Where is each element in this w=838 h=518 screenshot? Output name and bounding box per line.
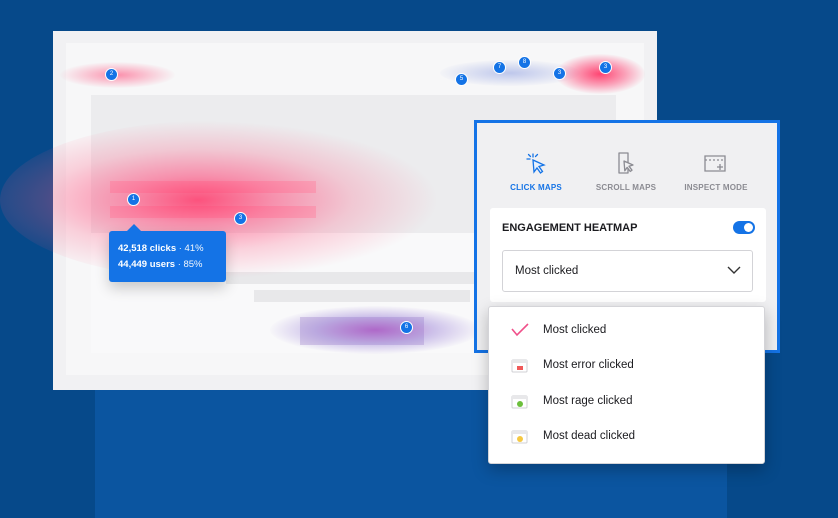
heatmap-marker[interactable]: 3 <box>234 212 247 225</box>
heatmap-marker[interactable]: 7 <box>493 61 506 74</box>
option-most-error-clicked[interactable]: Most error clicked <box>489 349 764 383</box>
clicks-percent: · 41% <box>178 243 204 254</box>
rage-window-icon <box>511 395 528 409</box>
click-stats-tooltip: 42,518 clicks · 41% 44,449 users · 85% <box>109 224 226 282</box>
tab-label: CLICK MAPS <box>510 183 562 192</box>
chevron-down-icon <box>727 266 741 274</box>
heatmap-type-dropdown: Most clicked Most error clicked Most rag… <box>488 306 765 464</box>
scroll-page-icon <box>618 152 634 174</box>
dead-window-icon <box>511 430 528 444</box>
heatmap-marker[interactable]: 2 <box>105 68 118 81</box>
users-percent: · 85% <box>177 259 203 270</box>
option-label: Most error clicked <box>543 359 634 371</box>
tab-scroll-maps[interactable]: SCROLL MAPS <box>581 151 671 192</box>
option-most-rage-clicked[interactable]: Most rage clicked <box>489 385 764 419</box>
engagement-title: ENGAGEMENT HEATMAP <box>502 222 638 234</box>
inspect-window-icon <box>704 155 726 172</box>
click-pointer-icon <box>526 153 546 174</box>
heatmap-marker[interactable]: 1 <box>127 193 140 206</box>
tab-click-maps[interactable]: CLICK MAPS <box>491 151 581 192</box>
content-line <box>254 290 470 302</box>
users-stat: 44,449 users · 85% <box>118 259 203 270</box>
tab-inspect-mode[interactable]: INSPECT MODE <box>671 151 761 192</box>
option-label: Most clicked <box>543 324 607 336</box>
heatmap-marker[interactable]: 6 <box>400 321 413 334</box>
heat-spot <box>270 306 480 354</box>
checkmark-icon <box>511 323 529 337</box>
error-window-icon <box>511 359 528 373</box>
option-most-dead-clicked[interactable]: Most dead clicked <box>489 420 764 454</box>
clicks-count: 42,518 clicks <box>118 243 177 254</box>
engagement-toggle[interactable] <box>733 221 755 234</box>
heatmap-marker[interactable]: 5 <box>455 73 468 86</box>
tab-label: INSPECT MODE <box>684 183 748 192</box>
clicks-stat: 42,518 clicks · 41% <box>118 243 204 254</box>
heatmap-marker[interactable]: 3 <box>553 67 566 80</box>
option-most-clicked[interactable]: Most clicked <box>489 314 764 348</box>
heatmap-marker[interactable]: 8 <box>518 56 531 69</box>
option-label: Most dead clicked <box>543 430 636 442</box>
users-count: 44,449 users <box>118 259 176 270</box>
option-label: Most rage clicked <box>543 395 633 407</box>
heatmap-marker[interactable]: 3 <box>599 61 612 74</box>
heat-spot <box>555 54 645 94</box>
select-value: Most clicked <box>515 265 579 277</box>
engagement-heatmap-card: ENGAGEMENT HEATMAP Most clicked <box>490 208 766 302</box>
heatmap-type-select[interactable]: Most clicked <box>502 250 753 292</box>
tab-label: SCROLL MAPS <box>595 183 657 192</box>
